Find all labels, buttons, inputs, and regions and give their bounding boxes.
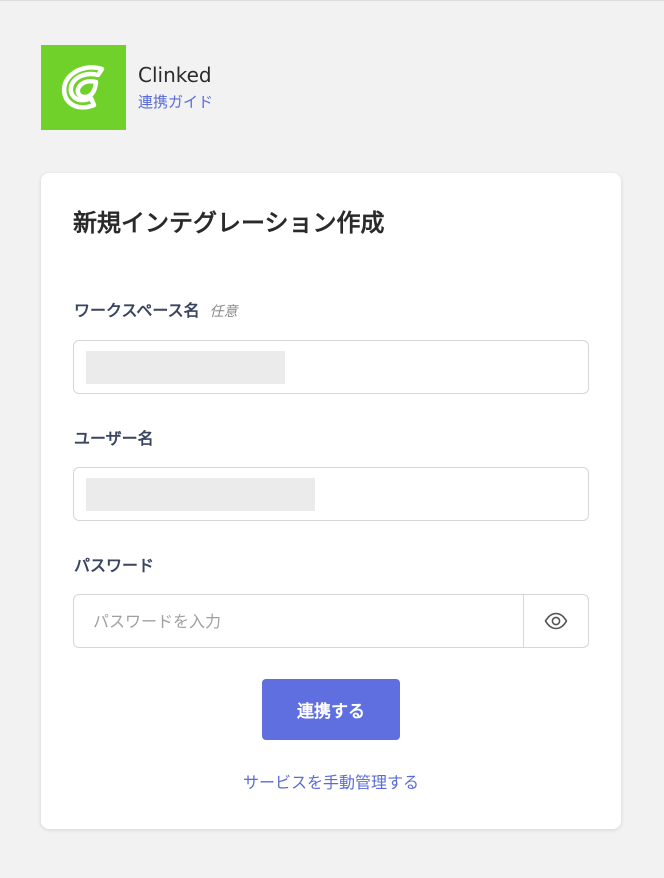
app-info: Clinked 連携ガイド (138, 63, 213, 111)
clinked-logo (41, 45, 126, 130)
optional-tag: 任意 (209, 304, 238, 320)
workspace-label-text: ワークスペース名 (74, 301, 200, 320)
integration-form-card: 新規インテグレーション作成 ワークスペース名 任意 ユーザー名 パスワード 連携す… (41, 173, 621, 829)
integration-guide-link[interactable]: 連携ガイド (138, 93, 213, 111)
app-header: Clinked 連携ガイド (41, 45, 213, 130)
username-label: ユーザー名 (74, 429, 154, 448)
workspace-label: ワークスペース名 任意 (74, 301, 238, 322)
redacted-username-value (86, 478, 315, 511)
redacted-workspace-value (86, 351, 285, 384)
app-name: Clinked (138, 62, 212, 87)
workspace-input[interactable] (73, 340, 589, 394)
username-input[interactable] (73, 467, 589, 521)
clinked-logo-icon (61, 64, 104, 110)
manual-manage-link[interactable]: サービスを手動管理する (41, 773, 621, 793)
eye-icon (544, 612, 568, 630)
page-title: 新規インテグレーション作成 (73, 209, 385, 237)
password-input[interactable] (74, 595, 523, 647)
connect-button[interactable]: 連携する (262, 679, 400, 740)
password-label: パスワード (74, 556, 155, 575)
show-password-toggle[interactable] (523, 595, 588, 647)
password-field (73, 594, 589, 648)
